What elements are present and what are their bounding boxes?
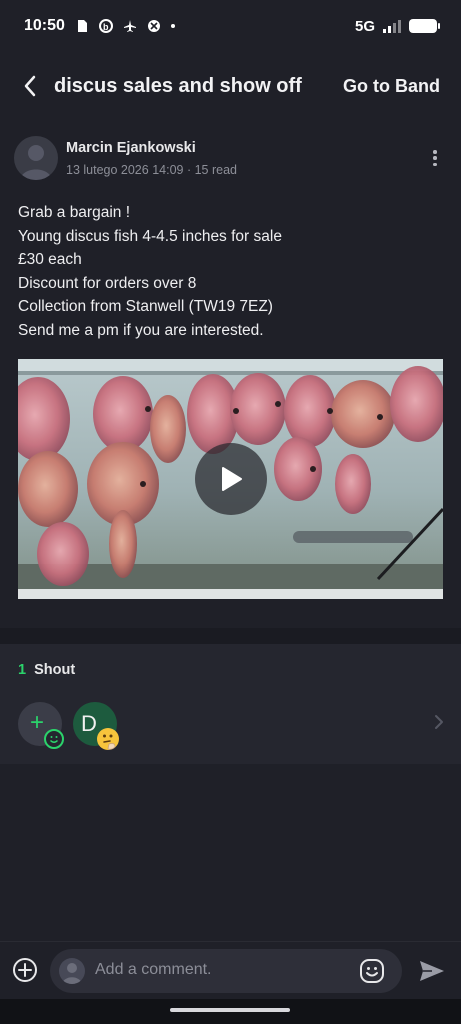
post-line: Grab a bargain ! — [18, 204, 131, 221]
shout-count: 1 — [18, 662, 27, 678]
post-line: £30 each — [18, 251, 82, 269]
notification-dot-icon — [170, 24, 175, 28]
status-right: 5G — [354, 17, 440, 35]
more-options-icon[interactable] — [427, 148, 443, 168]
post-header: Marcin Ejankowski 13 lutego 2026 14:09 ·… — [14, 136, 447, 182]
shout-label: Shout — [34, 662, 76, 678]
send-icon[interactable] — [418, 958, 446, 984]
post-line: Young discus fish 4-4.5 inches for sale — [18, 227, 282, 245]
plus-icon: + — [30, 709, 45, 736]
section-divider — [0, 628, 461, 644]
status-time: 10:50 — [24, 17, 65, 34]
xbox-icon — [147, 20, 160, 32]
home-pill[interactable] — [170, 1008, 290, 1012]
network-label: 5G — [354, 17, 375, 35]
comment-placeholder: Add a comment. — [95, 961, 212, 978]
chevron-right-icon[interactable] — [433, 714, 445, 730]
post-line: Send me a pm if you are interested. — [18, 321, 264, 339]
emoji-icon[interactable] — [359, 958, 385, 984]
page-title: discus sales and show off — [54, 74, 302, 97]
post-meta: 13 lutego 2026 14:09 · 15 read — [66, 163, 237, 177]
home-indicator — [0, 999, 461, 1024]
b-app-icon: b — [98, 19, 113, 33]
shout-section: 1 Shout + D — [0, 644, 461, 764]
post-line: Discount for orders over 8 — [18, 274, 197, 292]
status-left: 10:50 b — [24, 17, 175, 35]
author-avatar[interactable] — [14, 136, 58, 180]
smile-icon — [44, 729, 64, 749]
battery-icon — [409, 19, 440, 33]
comment-input[interactable]: Add a comment. — [50, 949, 402, 993]
add-shout-button[interactable]: + — [18, 702, 64, 749]
back-arrow-icon[interactable] — [16, 72, 44, 100]
play-icon — [222, 467, 242, 491]
post-line: Collection from Stanwell (TW19 7EZ) — [18, 298, 273, 316]
user-silhouette-icon — [62, 963, 82, 984]
add-attachment-icon[interactable] — [12, 957, 38, 983]
header: discus sales and show off Go to Band — [0, 58, 461, 114]
shout-title: 1 Shout — [18, 662, 75, 678]
commenter-avatar — [59, 958, 85, 984]
thinking-emoji-icon — [97, 728, 119, 750]
author-name[interactable]: Marcin Ejankowski — [66, 140, 196, 156]
svg-text:b: b — [103, 22, 109, 32]
user-shout-avatar[interactable]: D — [73, 702, 119, 750]
play-button[interactable] — [195, 443, 267, 515]
user-silhouette-icon — [20, 145, 52, 180]
video-thumbnail[interactable] — [18, 359, 443, 599]
go-to-band-button[interactable]: Go to Band — [343, 76, 440, 97]
signal-icon — [383, 19, 401, 33]
comment-bar: Add a comment. — [0, 941, 461, 1000]
status-bar: 10:50 b 5G — [0, 0, 461, 52]
file-icon — [77, 20, 87, 32]
post-body: Grab a bargain ! Young discus fish 4-4.5… — [18, 201, 438, 343]
airplane-icon — [123, 20, 136, 32]
